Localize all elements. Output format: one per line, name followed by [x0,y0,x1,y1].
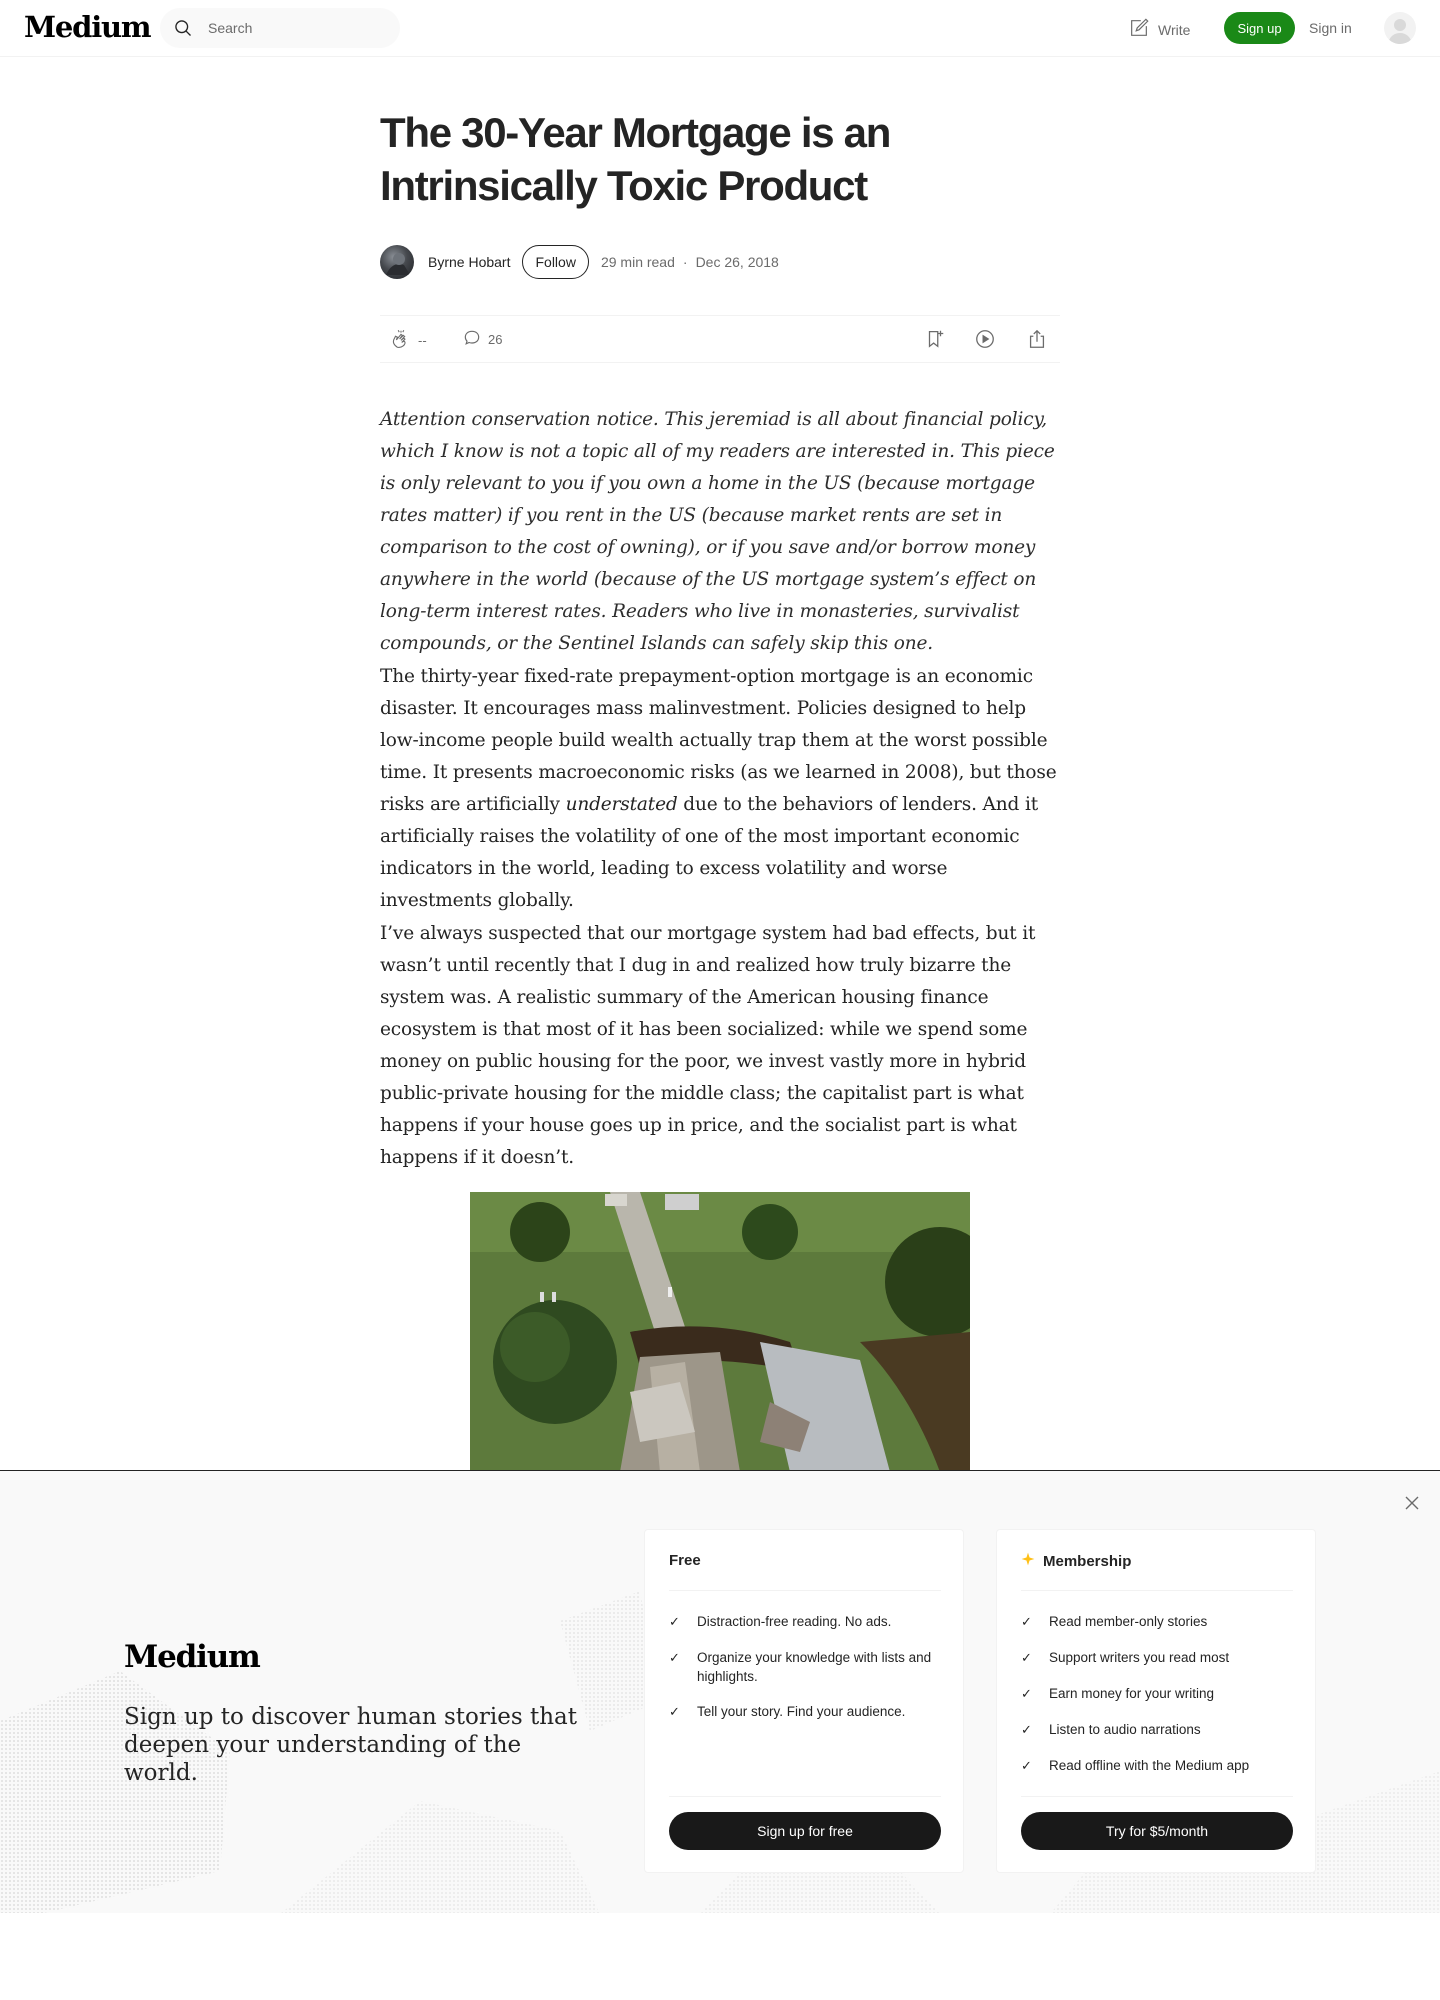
clap-count: -- [418,333,427,348]
feature-text: Support writers you read most [1049,1650,1230,1665]
bookmark-icon [924,328,946,353]
publish-date: Dec 26, 2018 [695,254,779,270]
membership-plan-header: Membership [1021,1552,1131,1570]
membership-plan-title: Membership [1043,1552,1132,1570]
sign-in-link[interactable]: Sign in [1309,20,1352,36]
feature-text: Organize your knowledge with lists and h… [697,1650,932,1684]
user-icon [1388,19,1412,44]
play-icon [974,328,996,353]
article-meta: 29 min read · Dec 26, 2018 [601,254,779,270]
byline: Byrne Hobart Follow 29 min read · Dec 26… [380,244,1060,280]
comment-icon [462,328,482,351]
author-name[interactable]: Byrne Hobart [428,254,510,270]
write-icon [1128,17,1150,42]
read-time: 29 min read [600,254,675,270]
article-paragraph: The thirty-year fixed-rate prepayment-op… [380,661,1060,917]
free-plan-title: Free [669,1552,701,1569]
feature-text: Listen to audio narrations [1049,1722,1201,1737]
divider [1021,1590,1293,1591]
check-icon: ✓ [1021,1758,1032,1773]
star-icon [1021,1552,1035,1570]
plan-feature: ✓ Support writers you read most [1021,1648,1293,1667]
sign-up-button[interactable]: Sign up [1224,12,1295,44]
paragraph-text: The thirty-year fixed-rate prepayment-op… [380,666,1057,815]
close-button[interactable] [1400,1491,1424,1515]
write-label: Write [1158,21,1191,38]
comment-count: 26 [488,332,503,347]
plan-feature: ✓ Distraction-free reading. No ads. [669,1612,941,1631]
feature-text: Distraction-free reading. No ads. [697,1614,892,1629]
plan-feature: ✓ Listen to audio narrations [1021,1720,1293,1739]
action-bar: -- 26 [380,315,1060,363]
check-icon: ✓ [1021,1614,1032,1629]
write-button[interactable]: Write [1128,17,1190,42]
user-avatar[interactable] [1384,12,1416,44]
plan-feature: ✓ Read member-only stories [1021,1612,1293,1631]
modal-logo: Medium [124,1639,261,1675]
close-icon [1405,1496,1419,1510]
divider [669,1796,941,1797]
clap-button[interactable]: -- [390,328,427,353]
article-title: The 30-Year Mortgage is an Intrinsically… [380,109,891,209]
article-image[interactable] [470,1192,970,1472]
free-plan-card: Free ✓ Distraction-free reading. No ads. … [644,1529,964,1873]
check-icon: ✓ [1021,1686,1032,1701]
check-icon: ✓ [1021,1722,1032,1737]
check-icon: ✓ [669,1614,680,1629]
article-paragraph: I’ve always suspected that our mortgage … [380,923,1036,1168]
feature-text: Tell your story. Find your audience. [697,1704,906,1719]
plan-feature: ✓ Organize your knowledge with lists and … [669,1648,941,1686]
share-icon [1026,328,1048,353]
try-membership-button[interactable]: Try for $5/month [1021,1812,1293,1850]
feature-text: Read offline with the Medium app [1049,1758,1250,1773]
meta-separator: · [682,254,688,270]
medium-logo[interactable]: Medium [24,10,152,44]
check-icon: ✓ [1021,1650,1032,1665]
comment-button[interactable]: 26 [462,328,502,351]
modal-tagline: Sign up to discover human stories that d… [124,1704,577,1786]
search-input[interactable] [208,8,388,48]
feature-text: Read member-only stories [1049,1614,1208,1629]
sign-up-free-button[interactable]: Sign up for free [669,1812,941,1850]
share-button[interactable] [1026,328,1048,353]
divider [1021,1796,1293,1797]
plan-feature: ✓ Read offline with the Medium app [1021,1756,1293,1775]
check-icon: ✓ [669,1704,680,1719]
search-icon [173,18,193,43]
author-avatar[interactable] [380,245,414,279]
check-icon: ✓ [669,1650,680,1665]
membership-plan-card: Membership ✓ Read member-only stories ✓ Su… [996,1529,1316,1873]
plan-feature: ✓ Earn money for your writing [1021,1684,1293,1703]
emphasis-text: understated [565,794,678,815]
search-box[interactable] [160,8,400,48]
clap-icon [390,328,412,353]
top-nav: Medium Write Sign up Sign in [0,0,1440,57]
article-paragraph: Attention conservation notice. This jere… [380,409,1055,654]
signup-modal: Medium Sign up to discover human stories… [0,1470,1440,1913]
listen-button[interactable] [974,328,996,353]
divider [669,1590,941,1591]
feature-text: Earn money for your writing [1049,1686,1215,1701]
bookmark-button[interactable] [924,328,946,353]
plan-feature: ✓ Tell your story. Find your audience. [669,1702,941,1721]
follow-button[interactable]: Follow [522,245,589,279]
